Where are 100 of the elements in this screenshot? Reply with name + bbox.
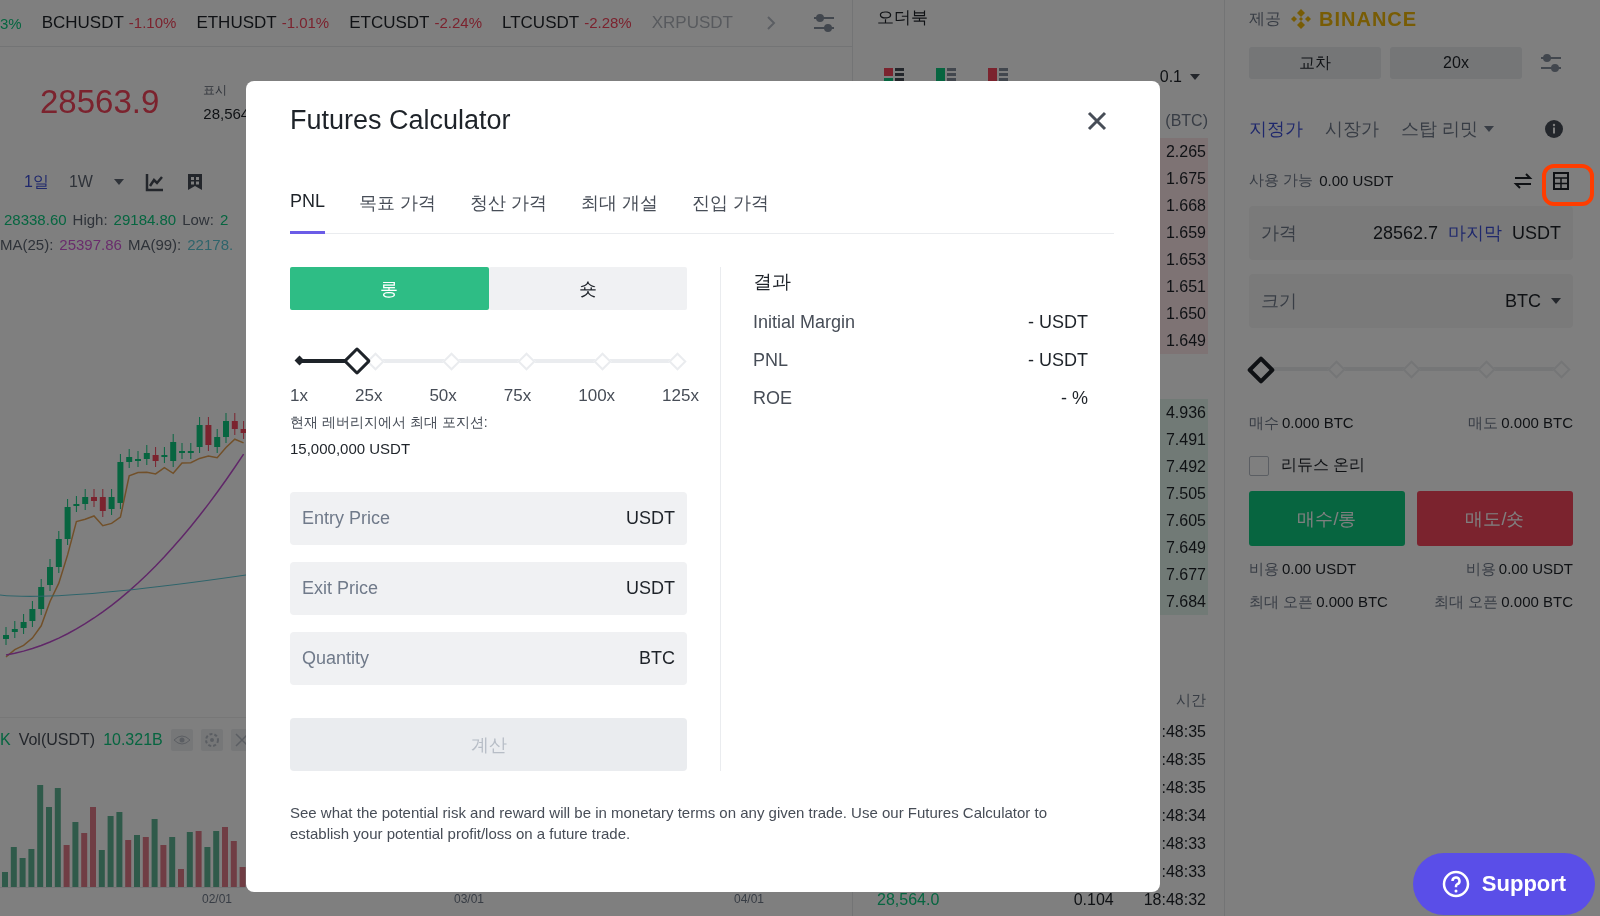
available-balance: 0.00 USDT (1319, 172, 1394, 189)
info-label: 비용 (1249, 560, 1279, 577)
description-text: See what the potential risk and reward will be in monetary terms on any given trade. Use our Futures Calculator to establish your potential profit/loss on a future trade. (290, 803, 1049, 844)
volume-bar (107, 816, 114, 887)
volume-bar (151, 819, 158, 887)
margin-mode-button[interactable]: 교차 (1249, 47, 1381, 79)
volume-bar (98, 850, 105, 887)
volume-bar (186, 832, 193, 887)
volume-bar (63, 845, 70, 887)
ticker-symbol[interactable]: ETCUSDT (349, 13, 430, 33)
calculator-tab[interactable]: PNL (290, 191, 325, 234)
caret-icon (1484, 126, 1494, 132)
calculator-tab[interactable]: 진입 가격 (692, 191, 770, 234)
indicator-label: High: (72, 211, 108, 228)
candlestick (161, 446, 168, 464)
margin-mode-button[interactable]: 20x (1390, 47, 1522, 79)
amount-value: 0.000 BTC (1501, 414, 1573, 431)
slider-track[interactable] (1249, 354, 1573, 384)
amount-label: 매도 (1468, 414, 1499, 431)
interval-tab[interactable]: 1W (68, 173, 93, 191)
ticker-symbol[interactable]: LTCUSDT (502, 13, 580, 33)
order-type-tab[interactable]: 지정가 (1249, 117, 1303, 141)
amount-label: 매수 (1249, 414, 1279, 431)
support-button[interactable]: Support (1413, 853, 1595, 915)
order-amount: 7.684 (1165, 592, 1206, 611)
price-change: -2.24% (434, 14, 482, 31)
candlestick (143, 444, 150, 466)
indicator-value: 29184.80 (113, 211, 177, 228)
volume-bar (178, 869, 184, 887)
candlestick (240, 420, 246, 440)
ticker-symbol[interactable]: ETHUSDT (196, 13, 277, 33)
volume-bar (28, 849, 35, 887)
checkbox[interactable] (1249, 455, 1269, 476)
settings-icon[interactable] (812, 12, 836, 34)
info-label: 최대 오픈 (1434, 593, 1499, 610)
caret-icon[interactable] (1190, 74, 1200, 80)
order-amount: 1.659 (1165, 223, 1206, 242)
indicator-label: Vol(USDT) (18, 731, 96, 749)
axis-label: 03/01 (454, 892, 486, 906)
column-header: 시간 (1176, 691, 1206, 710)
volume-bar (81, 833, 88, 887)
candlestick (205, 416, 212, 452)
order-type-tab[interactable]: 스탑 리밋 (1401, 117, 1494, 141)
candlestick (11, 620, 18, 639)
order-amount: 1.650 (1165, 304, 1206, 323)
step-select[interactable]: 0.1 (1159, 68, 1182, 86)
trade-time: :48:33 (1161, 863, 1206, 881)
slider-label: 75x (503, 386, 532, 406)
candlestick (223, 412, 229, 444)
side-toggle[interactable]: 롱 (290, 267, 489, 310)
trade-time: :48:35 (1161, 723, 1206, 741)
line-chart-icon[interactable] (144, 172, 165, 192)
volume-bar (204, 847, 211, 887)
caret-icon[interactable] (1551, 298, 1561, 304)
volume-bar (169, 837, 176, 887)
trade-time: :48:35 (1161, 751, 1206, 769)
unit-label: USDT (626, 508, 675, 529)
unit-label: BTC (639, 648, 675, 669)
calculator-tab[interactable]: 청산 가격 (470, 191, 548, 234)
candlestick (38, 578, 45, 616)
caret-icon[interactable] (112, 178, 125, 186)
indicator-value: 2 (219, 211, 229, 228)
info-label: 최대 오픈 (1249, 593, 1314, 610)
order-amount: 1.675 (1165, 169, 1206, 188)
brand-name: BINANCE (1319, 7, 1418, 31)
sell-button[interactable]: 매도/숏 (1417, 491, 1573, 546)
provider-label: 제공 (1249, 8, 1281, 29)
order-amount: 7.649 (1165, 538, 1206, 557)
close-icon[interactable] (1086, 109, 1108, 132)
axis-label: 02/01 (202, 892, 234, 906)
order-amount: 7.505 (1165, 484, 1206, 503)
volume-bar (19, 858, 26, 887)
info-label: 비용 (1465, 560, 1496, 577)
side-toggle[interactable]: 숏 (488, 267, 687, 310)
candlestick (117, 453, 124, 510)
swap-icon[interactable] (1513, 171, 1533, 190)
info-icon[interactable] (1545, 120, 1563, 138)
amount-value: 0.000 BTC (1282, 414, 1354, 431)
checkbox-label: 리듀스 온리 (1281, 455, 1366, 475)
calculator-icon[interactable] (1553, 171, 1569, 190)
volume-bar (125, 840, 132, 887)
price-change: -1.01% (281, 14, 330, 31)
trade-time: :48:33 (1161, 835, 1206, 853)
calculator-tab[interactable]: 목표 가격 (359, 191, 437, 234)
order-amount: 1.651 (1165, 277, 1206, 296)
volume-bar (142, 837, 149, 887)
price-field[interactable]: 가격 28562.7 마지막 USDT (1249, 206, 1573, 260)
trade-time: :48:35 (1161, 779, 1206, 797)
volume-bar (2, 872, 8, 887)
interval-tab[interactable]: 1일 (24, 171, 49, 193)
size-field[interactable]: 크기 BTC (1249, 274, 1573, 328)
candlestick (231, 412, 238, 436)
calculator-tab[interactable]: 최대 개설 (581, 191, 659, 234)
ticker-symbol[interactable]: BCHUSDT (41, 13, 124, 33)
settings-icon[interactable] (1539, 52, 1563, 74)
slider-label: 1x (290, 386, 308, 406)
price-change: 3% (0, 14, 22, 32)
candlestick (126, 448, 133, 469)
order-type-tab[interactable]: 시장가 (1325, 117, 1379, 141)
section-title: 결과 (753, 270, 792, 294)
